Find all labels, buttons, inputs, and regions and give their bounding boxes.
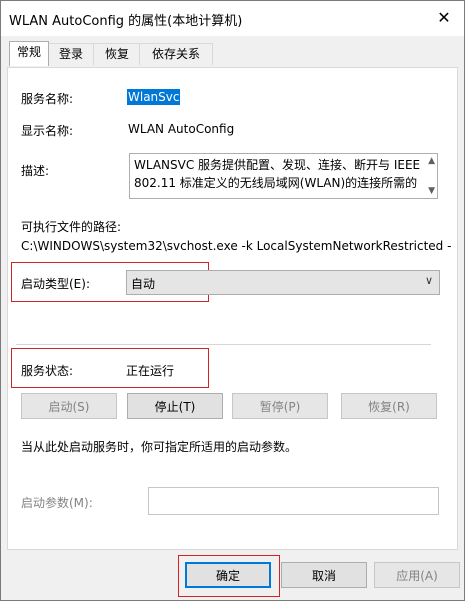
apply-button[interactable]: 应用(A) xyxy=(374,562,460,588)
close-icon[interactable]: ✕ xyxy=(432,6,456,30)
service-status-value: 正在运行 xyxy=(126,364,175,378)
resume-button[interactable]: 恢复(R) xyxy=(341,393,437,419)
title-bar: WLAN AutoConfig 的属性(本地计算机) ✕ xyxy=(1,1,464,36)
description-textbox[interactable]: WLANSVC 服务提供配置、发现、连接、断开与 IEEE 802.11 标准定… xyxy=(129,153,438,199)
service-name-label: 服务名称: xyxy=(21,92,74,106)
divider xyxy=(16,344,431,345)
service-properties-dialog: WLAN AutoConfig 的属性(本地计算机) ✕ 常规 登录 恢复 依存… xyxy=(0,0,465,601)
startup-type-value: 自动 xyxy=(131,277,156,291)
pause-button[interactable]: 暂停(P) xyxy=(232,393,328,419)
cancel-button[interactable]: 取消 xyxy=(281,562,367,588)
chevron-down-icon: ∨ xyxy=(424,274,433,287)
tab-recovery[interactable]: 恢复 xyxy=(93,43,141,65)
start-params-hint: 当从此处启动服务时，你可指定所适用的启动参数。 xyxy=(21,440,298,454)
tab-general[interactable]: 常规 xyxy=(9,41,49,66)
display-name-value: WLAN AutoConfig xyxy=(128,122,235,136)
description-text: WLANSVC 服务提供配置、发现、连接、断开与 IEEE 802.11 标准定… xyxy=(134,158,421,190)
start-button[interactable]: 启动(S) xyxy=(21,393,117,419)
service-status-label: 服务状态: xyxy=(21,364,74,378)
scroll-down-icon[interactable]: ▼ xyxy=(428,186,435,196)
tab-dependencies[interactable]: 依存关系 xyxy=(139,43,213,65)
description-label: 描述: xyxy=(21,164,50,178)
start-params-input[interactable] xyxy=(148,487,439,515)
general-panel: 服务名称: WlanSvc 显示名称: WLAN AutoConfig 描述: … xyxy=(7,67,458,550)
stop-button[interactable]: 停止(T) xyxy=(127,393,223,419)
window-title: WLAN AutoConfig 的属性(本地计算机) xyxy=(9,14,243,29)
exe-path-label: 可执行文件的路径: xyxy=(21,220,122,234)
service-name-value[interactable]: WlanSvc xyxy=(127,89,181,105)
start-params-label: 启动参数(M): xyxy=(21,496,93,510)
exe-path-value: C:\WINDOWS\system32\svchost.exe -k Local… xyxy=(21,239,451,253)
tab-logon[interactable]: 登录 xyxy=(47,43,95,65)
ok-button[interactable]: 确定 xyxy=(185,562,271,588)
display-name-label: 显示名称: xyxy=(21,124,74,138)
scroll-up-icon[interactable]: ▲ xyxy=(428,156,435,166)
startup-type-label: 启动类型(E): xyxy=(21,277,90,291)
startup-type-dropdown[interactable]: 自动 ∨ xyxy=(126,270,440,295)
